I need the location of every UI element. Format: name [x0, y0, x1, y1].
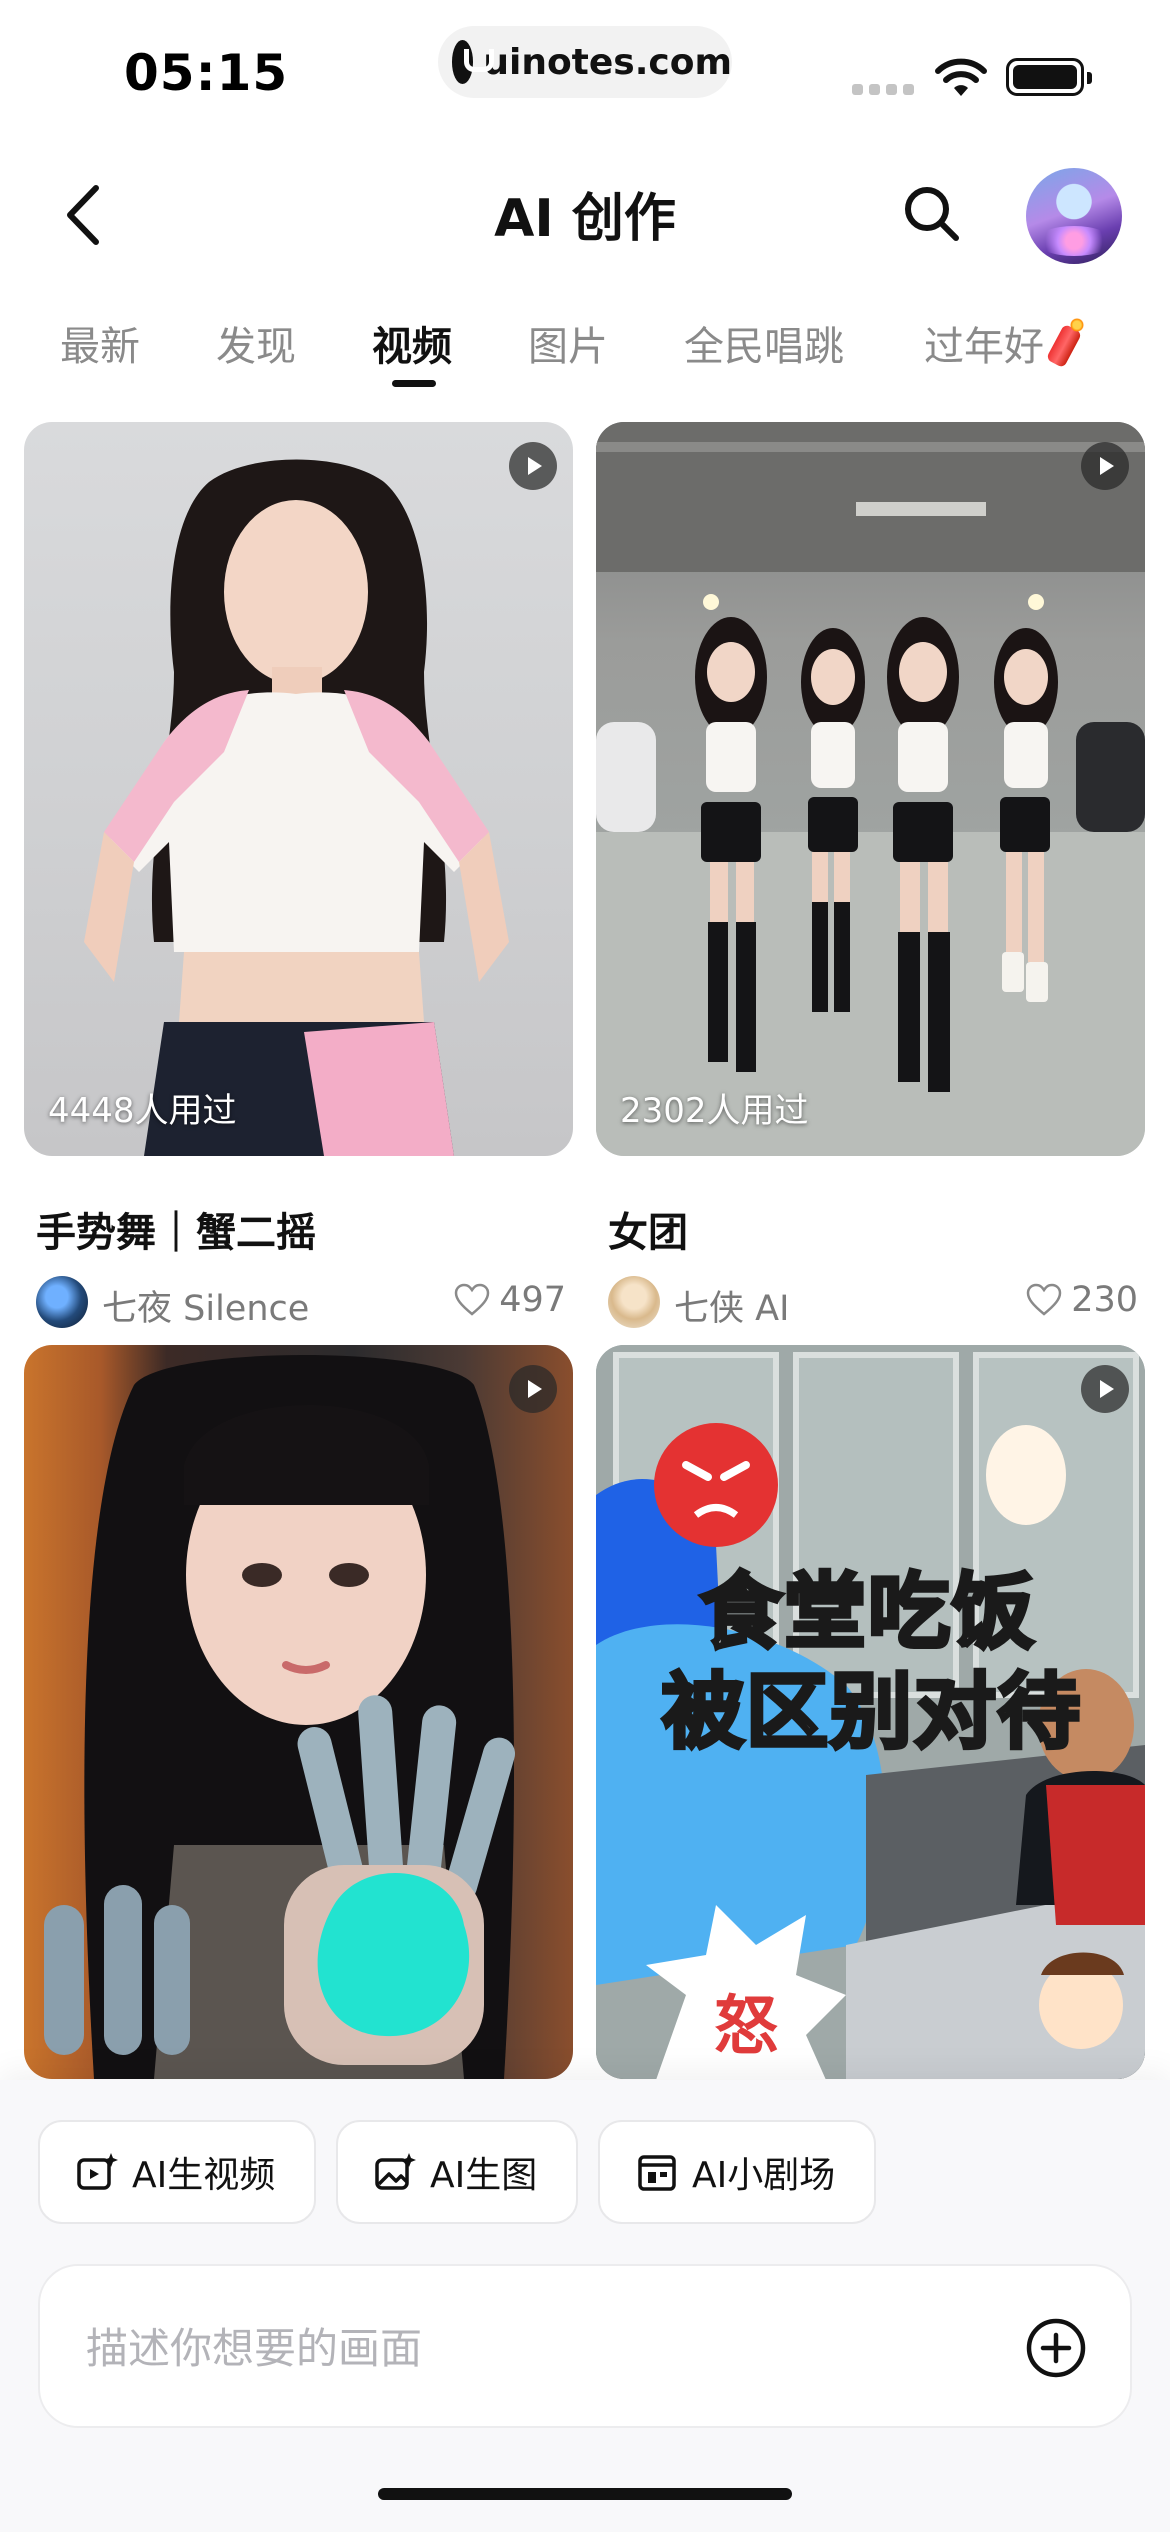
ai-image-label: AI生图: [430, 2155, 538, 2196]
card-thumbnail[interactable]: 2302人用过: [596, 422, 1145, 1156]
sticker-text-line2: 被区别对待: [660, 1663, 1083, 1762]
like-count[interactable]: 230: [1025, 1280, 1138, 1320]
url-text: uinotes.com: [483, 41, 732, 83]
play-icon: [1081, 442, 1129, 490]
ai-theater-chip[interactable]: AI小剧场: [598, 2120, 876, 2224]
battery-icon: [1006, 58, 1092, 96]
prompt-input[interactable]: [86, 2316, 986, 2380]
home-indicator[interactable]: [378, 2488, 792, 2500]
ai-video-label: AI生视频: [132, 2155, 276, 2196]
heart-icon: [454, 1283, 490, 1316]
wifi-icon: [935, 58, 987, 96]
image-sparkle-icon: [375, 2153, 416, 2190]
tab-video[interactable]: 视频: [372, 314, 452, 372]
status-bar: 05:15 uinotes.com: [0, 0, 1170, 140]
tab-sing-dance[interactable]: 全民唱跳: [684, 314, 844, 372]
page-title: AI 创作: [494, 189, 676, 249]
back-arrow-icon[interactable]: [56, 180, 116, 250]
author-avatar[interactable]: [608, 1276, 660, 1328]
tab-new-year-label: 过年好: [924, 324, 1044, 370]
author-row: 七侠 AI 230: [608, 1274, 1138, 1330]
add-circle-icon[interactable]: [1024, 2316, 1088, 2380]
firecracker-icon: [1050, 318, 1084, 368]
tab-new-year[interactable]: 过年好: [924, 314, 1084, 372]
active-tab-indicator: [392, 380, 436, 387]
like-count-value: 230: [1071, 1280, 1138, 1320]
ai-video-chip[interactable]: AI生视频: [38, 2120, 316, 2224]
site-logo-icon: [452, 40, 495, 84]
bottom-creation-panel: AI生视频 AI生图 AI小剧场: [0, 2080, 1170, 2532]
play-icon: [509, 442, 557, 490]
used-count: 4448人用过: [48, 1091, 237, 1131]
card-thumbnail[interactable]: [24, 1345, 573, 2079]
cellular-signal-icon: [852, 84, 914, 95]
theater-icon: [638, 2155, 676, 2191]
card-thumbnail[interactable]: 4448人用过: [24, 422, 573, 1156]
play-icon: [509, 1365, 557, 1413]
prompt-box: [38, 2264, 1132, 2428]
ai-image-chip[interactable]: AI生图: [336, 2120, 578, 2224]
card-title: 手势舞｜蟹二摇: [36, 1210, 316, 1256]
status-time: 05:15: [124, 44, 289, 102]
url-pill[interactable]: uinotes.com: [438, 26, 732, 98]
like-count-value: 497: [499, 1280, 566, 1320]
tab-latest[interactable]: 最新: [60, 314, 140, 372]
card-artwork: [84, 459, 509, 1156]
card-artwork: [596, 422, 1145, 1156]
tab-discover[interactable]: 发现: [216, 314, 296, 372]
like-count[interactable]: 497: [453, 1280, 566, 1320]
author-row: 七夜 Silence 497: [36, 1274, 566, 1330]
used-count: 2302人用过: [620, 1091, 809, 1131]
search-icon[interactable]: [900, 182, 964, 246]
author-avatar[interactable]: [36, 1276, 88, 1328]
ai-theater-label: AI小剧场: [692, 2155, 836, 2196]
user-avatar[interactable]: [1026, 168, 1122, 264]
author-name[interactable]: 七侠 AI: [674, 1280, 789, 1331]
heart-icon: [1026, 1283, 1062, 1316]
sticker-burst-text: 怒: [714, 1990, 778, 2064]
play-icon: [1081, 1365, 1129, 1413]
card-title: 女团: [608, 1210, 688, 1256]
category-tabs: 最新 发现 视频 图片 全民唱跳 过年好: [0, 306, 1170, 387]
author-name[interactable]: 七夜 Silence: [102, 1280, 309, 1331]
tab-image[interactable]: 图片: [528, 314, 608, 372]
card-artwork: [44, 1355, 516, 2079]
video-sparkle-icon: [77, 2153, 118, 2190]
card-thumbnail[interactable]: 食堂吃饭 被区别对待 怒: [596, 1345, 1145, 2079]
